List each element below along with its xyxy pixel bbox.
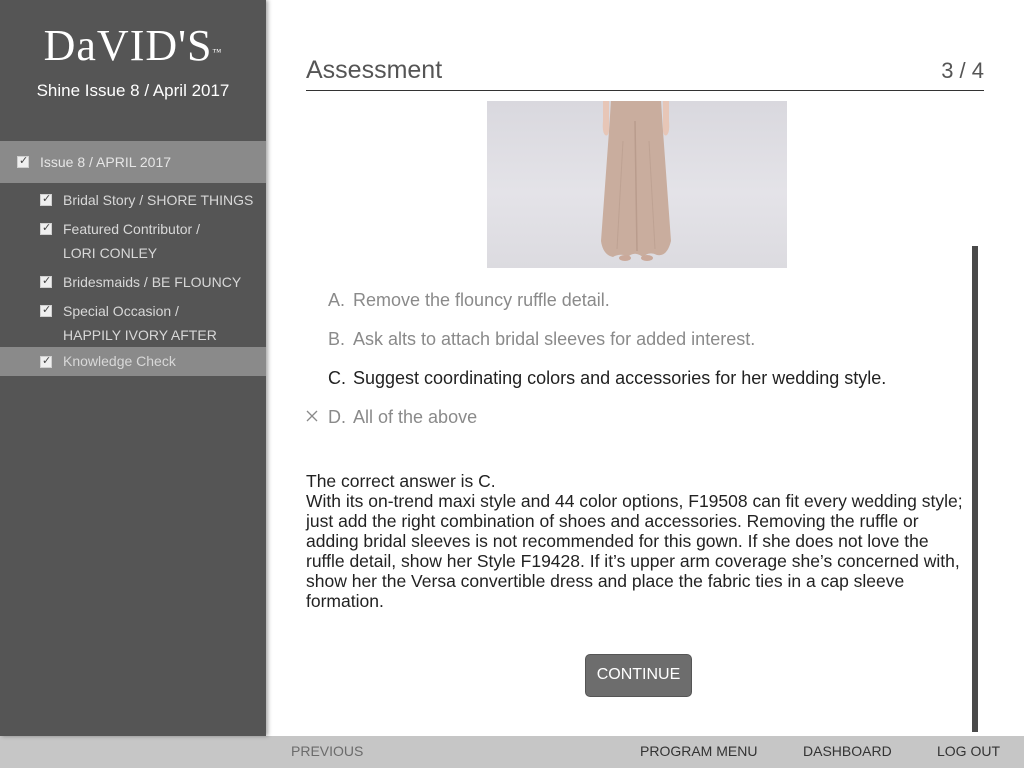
dress-photo <box>487 101 787 268</box>
nav-item-label: Special Occasion / <box>63 303 179 319</box>
answer-option-b[interactable]: B. Ask alts to attach bridal sleeves for… <box>306 325 966 364</box>
incorrect-x-icon <box>306 410 318 422</box>
footer-bar: PREVIOUS PROGRAM MENU DASHBOARD LOG OUT <box>0 736 1024 768</box>
assessment-header: Assessment 3 / 4 <box>306 56 984 91</box>
nav-item-special-occasion[interactable]: Special Occasion / HAPPILY IVORY AFTER <box>0 299 266 347</box>
davids-logo: DaVID'S™ <box>43 21 223 70</box>
checkbox-checked-icon <box>40 194 52 206</box>
answer-option-a[interactable]: A. Remove the flouncy ruffle detail. <box>306 286 966 325</box>
course-nav: Issue 8 / APRIL 2017 Bridal Story / SHOR… <box>0 141 266 376</box>
nav-item-label: Bridal Story / SHORE THINGS <box>63 192 254 208</box>
checkbox-checked-icon <box>40 276 52 288</box>
answer-option-d[interactable]: D. All of the above <box>306 403 966 442</box>
question-counter: 3 / 4 <box>941 58 984 83</box>
logout-button[interactable]: LOG OUT <box>937 736 1000 766</box>
checkbox-checked-icon <box>40 305 52 317</box>
continue-button[interactable]: CONTINUE <box>585 654 692 697</box>
nav-item-label: LORI CONLEY <box>63 245 158 261</box>
nav-item-issue-8[interactable]: Issue 8 / APRIL 2017 <box>0 141 266 183</box>
nav-item-bridesmaids[interactable]: Bridesmaids / BE FLOUNCY <box>0 270 266 294</box>
nav-item-bridal-story[interactable]: Bridal Story / SHORE THINGS <box>0 188 266 212</box>
checkbox-checked-icon <box>40 356 52 368</box>
nav-item-label: Bridesmaids / BE FLOUNCY <box>63 274 242 290</box>
scrollbar[interactable] <box>972 246 978 732</box>
checkbox-checked-icon <box>17 156 29 168</box>
feedback-body: With its on-trend maxi style and 44 colo… <box>306 491 963 611</box>
issue-title: Shine Issue 8 / April 2017 <box>36 81 230 100</box>
nav-item-label: HAPPILY IVORY AFTER <box>63 327 217 343</box>
previous-button[interactable]: PREVIOUS <box>291 736 363 766</box>
dashboard-button[interactable]: DASHBOARD <box>803 736 892 766</box>
dress-illustration <box>601 101 671 261</box>
nav-item-label: Issue 8 / APRIL 2017 <box>40 154 172 170</box>
checkbox-checked-icon <box>40 223 52 235</box>
page-title: Assessment <box>306 56 443 84</box>
program-menu-button[interactable]: PROGRAM MENU <box>640 736 757 766</box>
answer-list: A. Remove the flouncy ruffle detail. B. … <box>306 286 966 442</box>
nav-item-knowledge-check[interactable]: Knowledge Check <box>0 347 266 376</box>
answer-option-c[interactable]: C. Suggest coordinating colors and acces… <box>306 364 966 403</box>
sidebar: DaVID'S™ Shine Issue 8 / April 2017 Issu… <box>0 0 266 736</box>
feedback-headline: The correct answer is C. <box>306 471 496 491</box>
answer-feedback: The correct answer is C. With its on-tre… <box>306 471 972 611</box>
nav-item-label: Knowledge Check <box>63 353 176 369</box>
main-content: Assessment 3 / 4 A. Remove the flouncy r… <box>266 0 1024 736</box>
nav-item-featured-contributor[interactable]: Featured Contributor / LORI CONLEY <box>0 217 266 265</box>
nav-item-label: Featured Contributor / <box>63 221 200 237</box>
